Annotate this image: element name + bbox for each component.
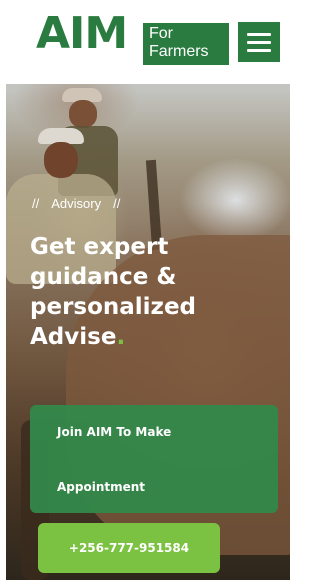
logo-tagline-line1: For [149,25,173,42]
hamburger-menu-icon [247,32,271,36]
site-header: AIM For Farmers [6,0,290,84]
hero-heading: Get expert guidance & personalized Advis… [30,232,280,352]
farmer-face-front [44,142,78,178]
join-appointment-button[interactable] [30,405,278,513]
hero-background: AIM For Farmers // Advisory // Get exper… [6,0,290,580]
phone-call-button[interactable]: +256-777-951584 [38,523,220,573]
breadcrumb-separator: // [113,196,121,211]
hero-heading-line: Get expert [30,234,169,260]
join-appointment-label-line1[interactable]: Join AIM To Make [57,425,171,439]
hamburger-menu-button[interactable] [238,22,280,62]
breadcrumb-current[interactable]: Advisory [51,196,101,211]
breadcrumb-separator: // [32,196,40,211]
hero-heading-line: guidance & [30,264,177,290]
breadcrumb: // Advisory // [32,196,120,211]
farmer-face-back [69,100,97,128]
hero-heading-line: personalized [30,294,197,320]
hero-heading-dot: . [116,324,126,350]
hero-heading-line: Advise. [30,322,280,352]
join-appointment-label-line2[interactable]: Appointment [57,480,145,494]
hamburger-menu-icon-bar [247,48,271,52]
logo-tagline-line2: Farmers [149,43,209,60]
logo-tagline-box: For Farmers [143,23,229,65]
hamburger-menu-icon-bar [247,40,271,44]
hero-heading-last-word: Advise [30,324,117,350]
logo-wordmark[interactable]: AIM [36,12,128,56]
